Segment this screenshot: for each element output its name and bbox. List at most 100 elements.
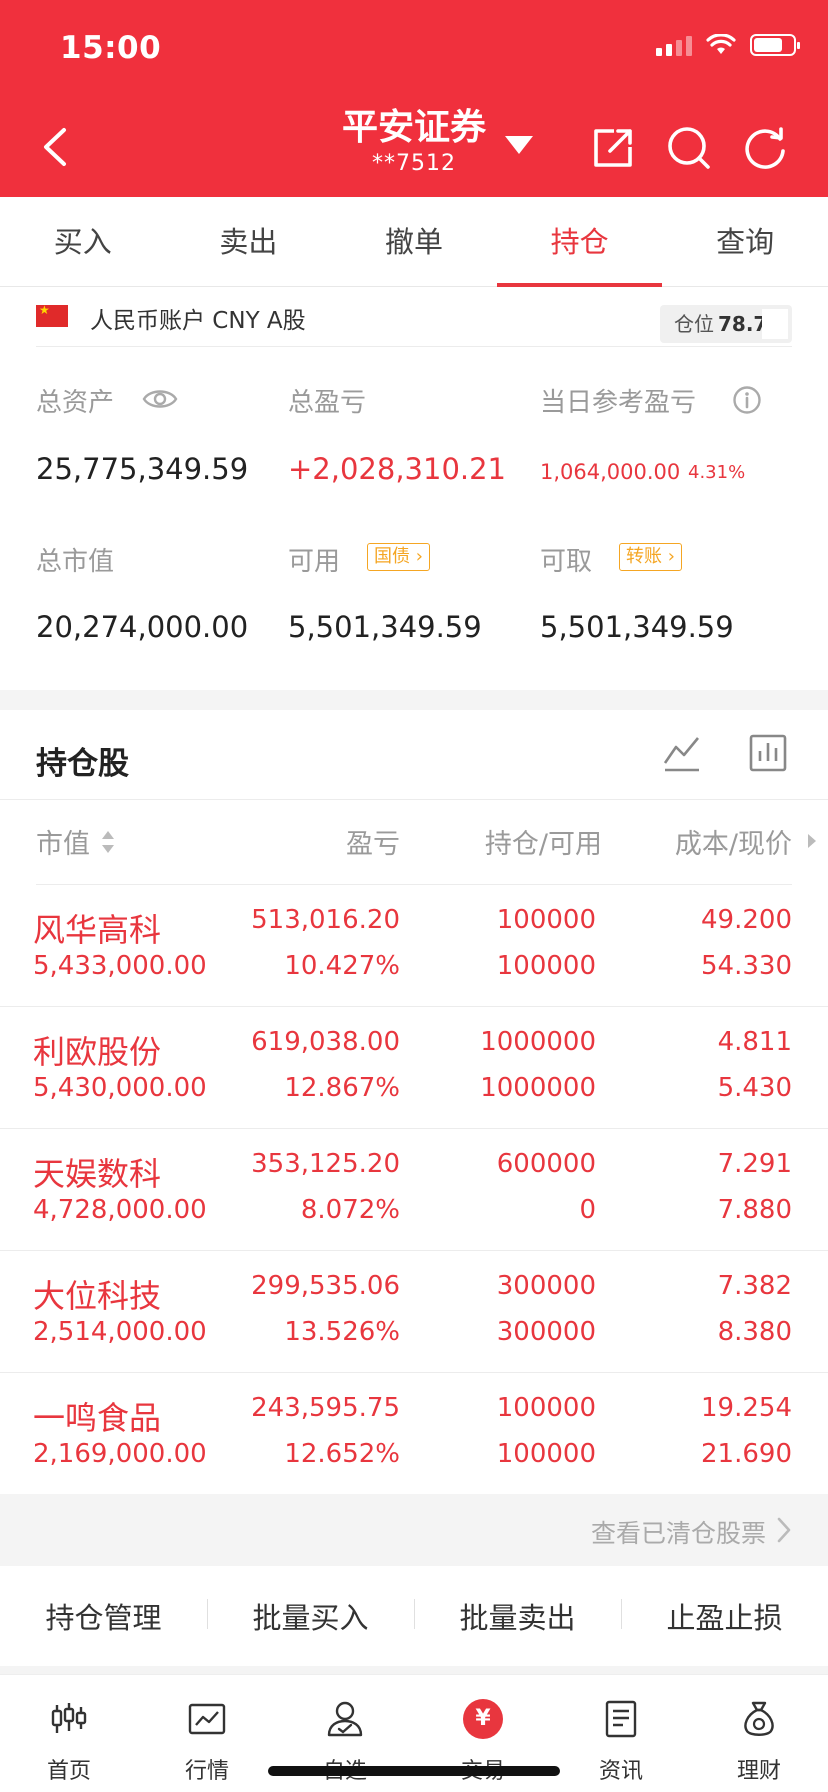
section-gap (0, 690, 828, 710)
stock-pnl-pct: 12.867% (284, 1073, 400, 1103)
cleared-stocks-link[interactable]: 查看已清仓股票 (0, 1494, 828, 1566)
available-value: 5,501,349.59 (288, 610, 482, 644)
nav-market[interactable]: 行情 (138, 1675, 276, 1792)
stock-pnl: 299,535.06 (251, 1271, 400, 1301)
holding-row[interactable]: 大位科技 2,514,000.00 299,535.06 13.526% 300… (0, 1251, 828, 1373)
battery-icon (750, 34, 800, 56)
nav-news[interactable]: 资讯 (552, 1675, 690, 1792)
position-ratio-badge: 仓位 78.7% (660, 305, 792, 343)
stock-pnl-pct: 13.526% (284, 1317, 400, 1347)
total-assets-label: 总资产 (36, 388, 115, 418)
nav-market-label: 行情 (184, 1759, 229, 1784)
col-position[interactable]: 持仓/可用 (485, 822, 602, 861)
home-indicator[interactable] (268, 1766, 560, 1776)
holding-row[interactable]: 风华高科 5,433,000.00 513,016.20 10.427% 100… (0, 885, 828, 1007)
account-row: 人民币账户 CNY A股 仓位78.7% (0, 287, 828, 347)
nav-news-label: 资讯 (598, 1759, 643, 1784)
stock-price: 8.380 (717, 1317, 792, 1347)
stock-name: 一鸣食品 (33, 1399, 162, 1437)
yuan-coin-icon: ¥ (463, 1699, 503, 1739)
nav-home-label: 首页 (46, 1759, 91, 1784)
manage-positions-button[interactable]: 持仓管理 (0, 1595, 207, 1637)
stock-available: 0 (579, 1195, 596, 1225)
stock-cost: 49.200 (701, 905, 792, 935)
stock-available: 1000000 (480, 1073, 596, 1103)
withdrawable-value: 5,501,349.59 (540, 610, 734, 644)
stock-pnl-pct: 10.427% (284, 951, 400, 981)
stock-price: 54.330 (701, 951, 792, 981)
total-pnl-value: +2,028,310.21 (288, 452, 507, 486)
scroll-right-icon[interactable] (806, 832, 818, 850)
chart-icon (188, 1703, 226, 1735)
china-flag-icon (36, 303, 68, 327)
eye-icon[interactable] (142, 386, 178, 412)
stock-available: 100000 (496, 951, 596, 981)
tab-query[interactable]: 查询 (662, 197, 828, 286)
market-value: 20,274,000.00 (36, 610, 249, 644)
stock-cost: 7.291 (717, 1149, 792, 1179)
stock-market-value: 4,728,000.00 (33, 1195, 207, 1225)
transfer-button[interactable]: 转账 › (619, 543, 682, 571)
stock-cost: 7.382 (717, 1271, 792, 1301)
dropdown-caret-icon[interactable] (505, 136, 533, 154)
market-value-label: 总市值 (36, 547, 115, 577)
cleared-stocks-label: 查看已清仓股票 (590, 1519, 766, 1548)
position-value: 78.7% (718, 312, 788, 336)
stock-pnl: 353,125.20 (251, 1149, 400, 1179)
section-gap (0, 1666, 828, 1674)
stock-pnl: 243,595.75 (251, 1393, 400, 1423)
tab-sell[interactable]: 卖出 (166, 197, 332, 286)
holding-row[interactable]: 利欧股份 5,430,000.00 619,038.00 12.867% 100… (0, 1007, 828, 1129)
holding-row[interactable]: 天娱数科 4,728,000.00 353,125.20 8.072% 6000… (0, 1129, 828, 1251)
stock-market-value: 2,514,000.00 (33, 1317, 207, 1347)
tab-buy[interactable]: 买入 (0, 197, 166, 286)
stock-name: 利欧股份 (33, 1033, 162, 1071)
holding-row[interactable]: 一鸣食品 2,169,000.00 243,595.75 12.652% 100… (0, 1373, 828, 1495)
nav-wealth-label: 理财 (736, 1759, 781, 1784)
refresh-icon[interactable] (742, 125, 788, 171)
stock-pnl-pct: 8.072% (300, 1195, 400, 1225)
wifi-icon (706, 34, 736, 54)
bar-chart-icon[interactable] (748, 733, 788, 773)
share-icon[interactable] (590, 125, 636, 171)
nav-wealth[interactable]: 理财 (690, 1675, 828, 1792)
stock-pnl-pct: 12.652% (284, 1439, 400, 1469)
stop-loss-button[interactable]: 止盈止损 (621, 1595, 828, 1637)
status-icons (656, 34, 800, 56)
daily-pnl-value: 1,064,000.00 (540, 460, 681, 484)
stock-name: 天娱数科 (33, 1155, 162, 1193)
batch-buy-button[interactable]: 批量买入 (207, 1595, 414, 1637)
stock-price: 7.880 (717, 1195, 792, 1225)
news-icon (605, 1700, 637, 1738)
available-label: 可用 (288, 547, 341, 577)
position-label: 仓位 (674, 312, 714, 336)
account-label: 人民币账户 CNY A股 (90, 308, 306, 334)
info-icon[interactable] (732, 385, 762, 415)
col-cost-price[interactable]: 成本/现价 (675, 822, 792, 861)
stock-price: 21.690 (701, 1439, 792, 1469)
total-pnl-label: 总盈亏 (288, 388, 367, 418)
tab-positions[interactable]: 持仓 (496, 197, 663, 287)
stock-available: 100000 (496, 1439, 596, 1469)
treasury-bond-button[interactable]: 国债 › (367, 543, 430, 571)
stock-price: 5.430 (717, 1073, 792, 1103)
divider (36, 346, 792, 347)
trend-chart-icon[interactable] (662, 733, 702, 773)
stock-position: 300000 (496, 1271, 596, 1301)
treasury-bond-label: 国债 (374, 546, 410, 567)
nav-home[interactable]: 首页 (0, 1675, 138, 1792)
holdings-actions: 持仓管理 批量买入 批量卖出 止盈止损 (0, 1566, 828, 1666)
money-bag-icon (744, 1701, 774, 1736)
col-market-value[interactable]: 市值 (36, 822, 90, 861)
col-pnl[interactable]: 盈亏 (346, 822, 400, 861)
stock-name: 风华高科 (33, 911, 162, 949)
stock-market-value: 5,430,000.00 (33, 1073, 207, 1103)
batch-sell-button[interactable]: 批量卖出 (414, 1595, 621, 1637)
stock-name: 大位科技 (33, 1277, 162, 1315)
status-time: 15:00 (60, 30, 162, 66)
sort-icon[interactable] (100, 829, 116, 855)
col-market-value-label: 市值 (36, 829, 90, 860)
withdrawable-label: 可取 (540, 547, 593, 577)
tab-cancel[interactable]: 撤单 (331, 197, 497, 286)
search-icon[interactable] (666, 125, 712, 171)
